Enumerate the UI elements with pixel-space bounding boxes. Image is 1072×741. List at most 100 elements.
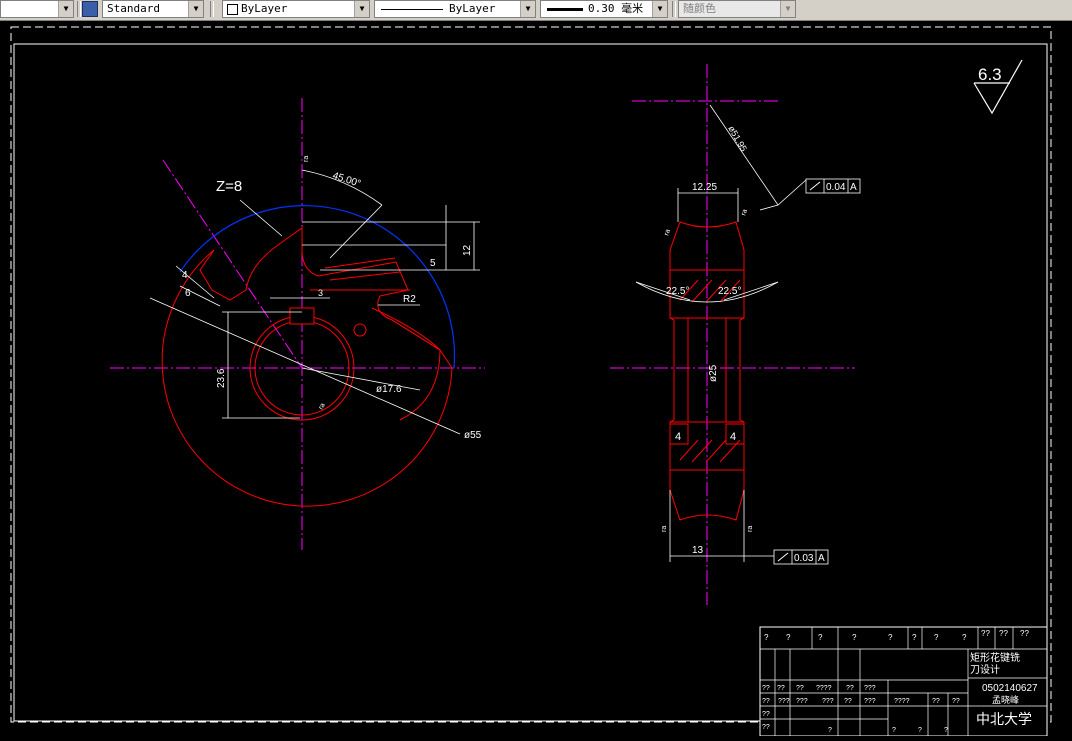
title-cell-17: ??? bbox=[864, 685, 876, 692]
title-cell-27: ?? bbox=[762, 711, 770, 718]
roughness-symbol: 6.3 bbox=[973, 59, 1023, 115]
student-name: 孟晓峰 bbox=[992, 694, 1019, 705]
title-cell-6: ? bbox=[912, 633, 917, 642]
chevron-down-icon: ▼ bbox=[520, 1, 535, 17]
title-cell-25: ?? bbox=[932, 698, 940, 705]
dim-25-label: ø25 bbox=[708, 364, 719, 382]
plot-style-dropdown[interactable]: 随颜色 ▼ bbox=[678, 0, 796, 18]
dim-4-left-label: 4 bbox=[675, 431, 681, 443]
title-cell-1: ? bbox=[764, 633, 769, 642]
tolerance-frame-bottom: 0.03 A bbox=[773, 549, 829, 565]
title-cell-18: ?? bbox=[762, 698, 770, 705]
chevron-down-icon: ▼ bbox=[354, 1, 369, 17]
linetype-value: ByLayer bbox=[449, 2, 496, 15]
dim-22-right-label: 22.5° bbox=[718, 286, 741, 297]
title-cell-12: ?? bbox=[762, 685, 770, 692]
text-style-dropdown[interactable]: Standard ▼ bbox=[102, 0, 204, 18]
part-name-line-2: 刀设计 bbox=[970, 663, 1000, 676]
tolerance-frame-top: 0.04 A bbox=[805, 178, 861, 194]
title-cell-4: ? bbox=[852, 633, 857, 642]
runout-icon bbox=[809, 181, 821, 191]
outer-frame bbox=[10, 26, 1052, 723]
relief-curve bbox=[371, 307, 441, 421]
rough-mark-e: ra bbox=[661, 526, 668, 532]
teeth-count-label: Z=8 bbox=[216, 178, 242, 195]
plot-style-value: 随颜色 bbox=[683, 2, 716, 15]
dim-12-25-label: 12.25 bbox=[692, 182, 717, 193]
title-cell-8: ? bbox=[962, 633, 967, 642]
title-cell-2: ? bbox=[786, 633, 791, 642]
rough-mark-c: ra bbox=[740, 208, 749, 216]
diag-line-1 bbox=[329, 204, 383, 259]
title-cell-19: ??? bbox=[778, 698, 790, 705]
dim-22-left-label: 22.5° bbox=[666, 286, 689, 297]
roughness-value: 6.3 bbox=[978, 65, 1002, 84]
dim-51-label: ø51.95 bbox=[726, 124, 749, 153]
rough-mark-a: ra bbox=[303, 156, 310, 162]
title-cell-30: ? bbox=[892, 727, 896, 734]
color-value: ByLayer bbox=[241, 2, 288, 15]
rough-mark-b: ra bbox=[318, 402, 327, 411]
title-cell-5: ? bbox=[888, 633, 893, 642]
title-block: ? ? ? ? ? ? ? ? ?? ?? ?? ?? ?? ?? ???? ?… bbox=[759, 626, 1048, 737]
drawing-svg: 6.3 Z=8 45.00° 5 12 4 6 R2 3 23.6 ø17.6 … bbox=[10, 26, 1052, 737]
dim-5-label: 5 bbox=[430, 258, 436, 269]
tooth-lines bbox=[310, 257, 441, 351]
previous-dropdown[interactable]: ▼ bbox=[0, 0, 74, 18]
lineweight-line-icon bbox=[547, 7, 583, 11]
left-view: Z=8 45.00° 5 12 4 6 R2 3 23.6 ø17.6 ø55 … bbox=[110, 98, 485, 550]
title-cell-24: ???? bbox=[894, 698, 910, 705]
dim-23-label: 23.6 bbox=[216, 368, 227, 388]
linetype-line-icon bbox=[381, 8, 443, 10]
dim-6-label: 6 bbox=[185, 288, 191, 299]
toolbar-separator bbox=[672, 1, 676, 17]
tol-top-value: 0.04 bbox=[826, 182, 846, 193]
title-cell-11: ?? bbox=[1020, 629, 1029, 638]
color-swatch-icon bbox=[227, 3, 238, 15]
chevron-down-icon: ▼ bbox=[188, 1, 203, 17]
tooth-tip-arc bbox=[179, 205, 456, 369]
lineweight-dropdown[interactable]: 0.30 毫米 ▼ bbox=[540, 0, 668, 18]
title-cell-28: ?? bbox=[762, 724, 770, 731]
inner-frame bbox=[13, 43, 1048, 722]
title-cell-21: ??? bbox=[822, 698, 834, 705]
title-cell-15: ???? bbox=[816, 685, 832, 692]
leader-tol-top bbox=[759, 179, 807, 211]
title-cell-9: ?? bbox=[981, 629, 990, 638]
dim-55-label: ø55 bbox=[464, 430, 482, 441]
title-cell-29: ? bbox=[828, 727, 832, 734]
part-name-line-1: 矩形花键铣 bbox=[970, 651, 1020, 664]
properties-toolbar: ▼ Standard ▼ ByLayer ▼ ByLayer ▼ 0.30 毫米… bbox=[0, 0, 1072, 21]
title-cell-14: ?? bbox=[796, 685, 804, 692]
tol-top-datum: A bbox=[850, 182, 857, 193]
chevron-down-icon: ▼ bbox=[58, 1, 73, 17]
title-cell-10: ?? bbox=[999, 629, 1008, 638]
title-cell-16: ?? bbox=[846, 685, 854, 692]
dim-3-label: 3 bbox=[318, 288, 323, 298]
title-cell-13: ?? bbox=[777, 685, 785, 692]
color-dropdown[interactable]: ByLayer ▼ bbox=[222, 0, 370, 18]
chevron-down-icon: ▼ bbox=[780, 1, 795, 17]
rough-mark-f: ra bbox=[747, 526, 754, 532]
text-style-value: Standard bbox=[107, 2, 160, 15]
drawing-canvas[interactable]: 6.3 Z=8 45.00° 5 12 4 6 R2 3 23.6 ø17.6 … bbox=[0, 21, 1072, 737]
linetype-dropdown[interactable]: ByLayer ▼ bbox=[374, 0, 536, 18]
title-cell-26: ?? bbox=[952, 698, 960, 705]
dim-4-label: 4 bbox=[182, 270, 188, 281]
runout-icon bbox=[777, 552, 789, 562]
title-cell-20: ??? bbox=[796, 698, 808, 705]
tol-bottom-value: 0.03 bbox=[794, 553, 814, 564]
dim-12-label: 12 bbox=[462, 244, 473, 256]
dim-4-right-label: 4 bbox=[730, 431, 736, 443]
title-cell-22: ?? bbox=[844, 698, 852, 705]
toolbar-separator bbox=[77, 1, 81, 17]
text-style-icon[interactable] bbox=[82, 1, 98, 17]
rough-mark-d: ra bbox=[663, 228, 672, 236]
dim-17-label: ø17.6 bbox=[376, 384, 402, 395]
toolbar-separator bbox=[210, 1, 214, 17]
title-cell-32: ? bbox=[944, 727, 948, 734]
title-cell-7: ? bbox=[934, 633, 939, 642]
school-name: 中北大学 bbox=[976, 711, 1032, 727]
leader-17 bbox=[301, 367, 421, 391]
hatch-bottom bbox=[679, 439, 741, 463]
